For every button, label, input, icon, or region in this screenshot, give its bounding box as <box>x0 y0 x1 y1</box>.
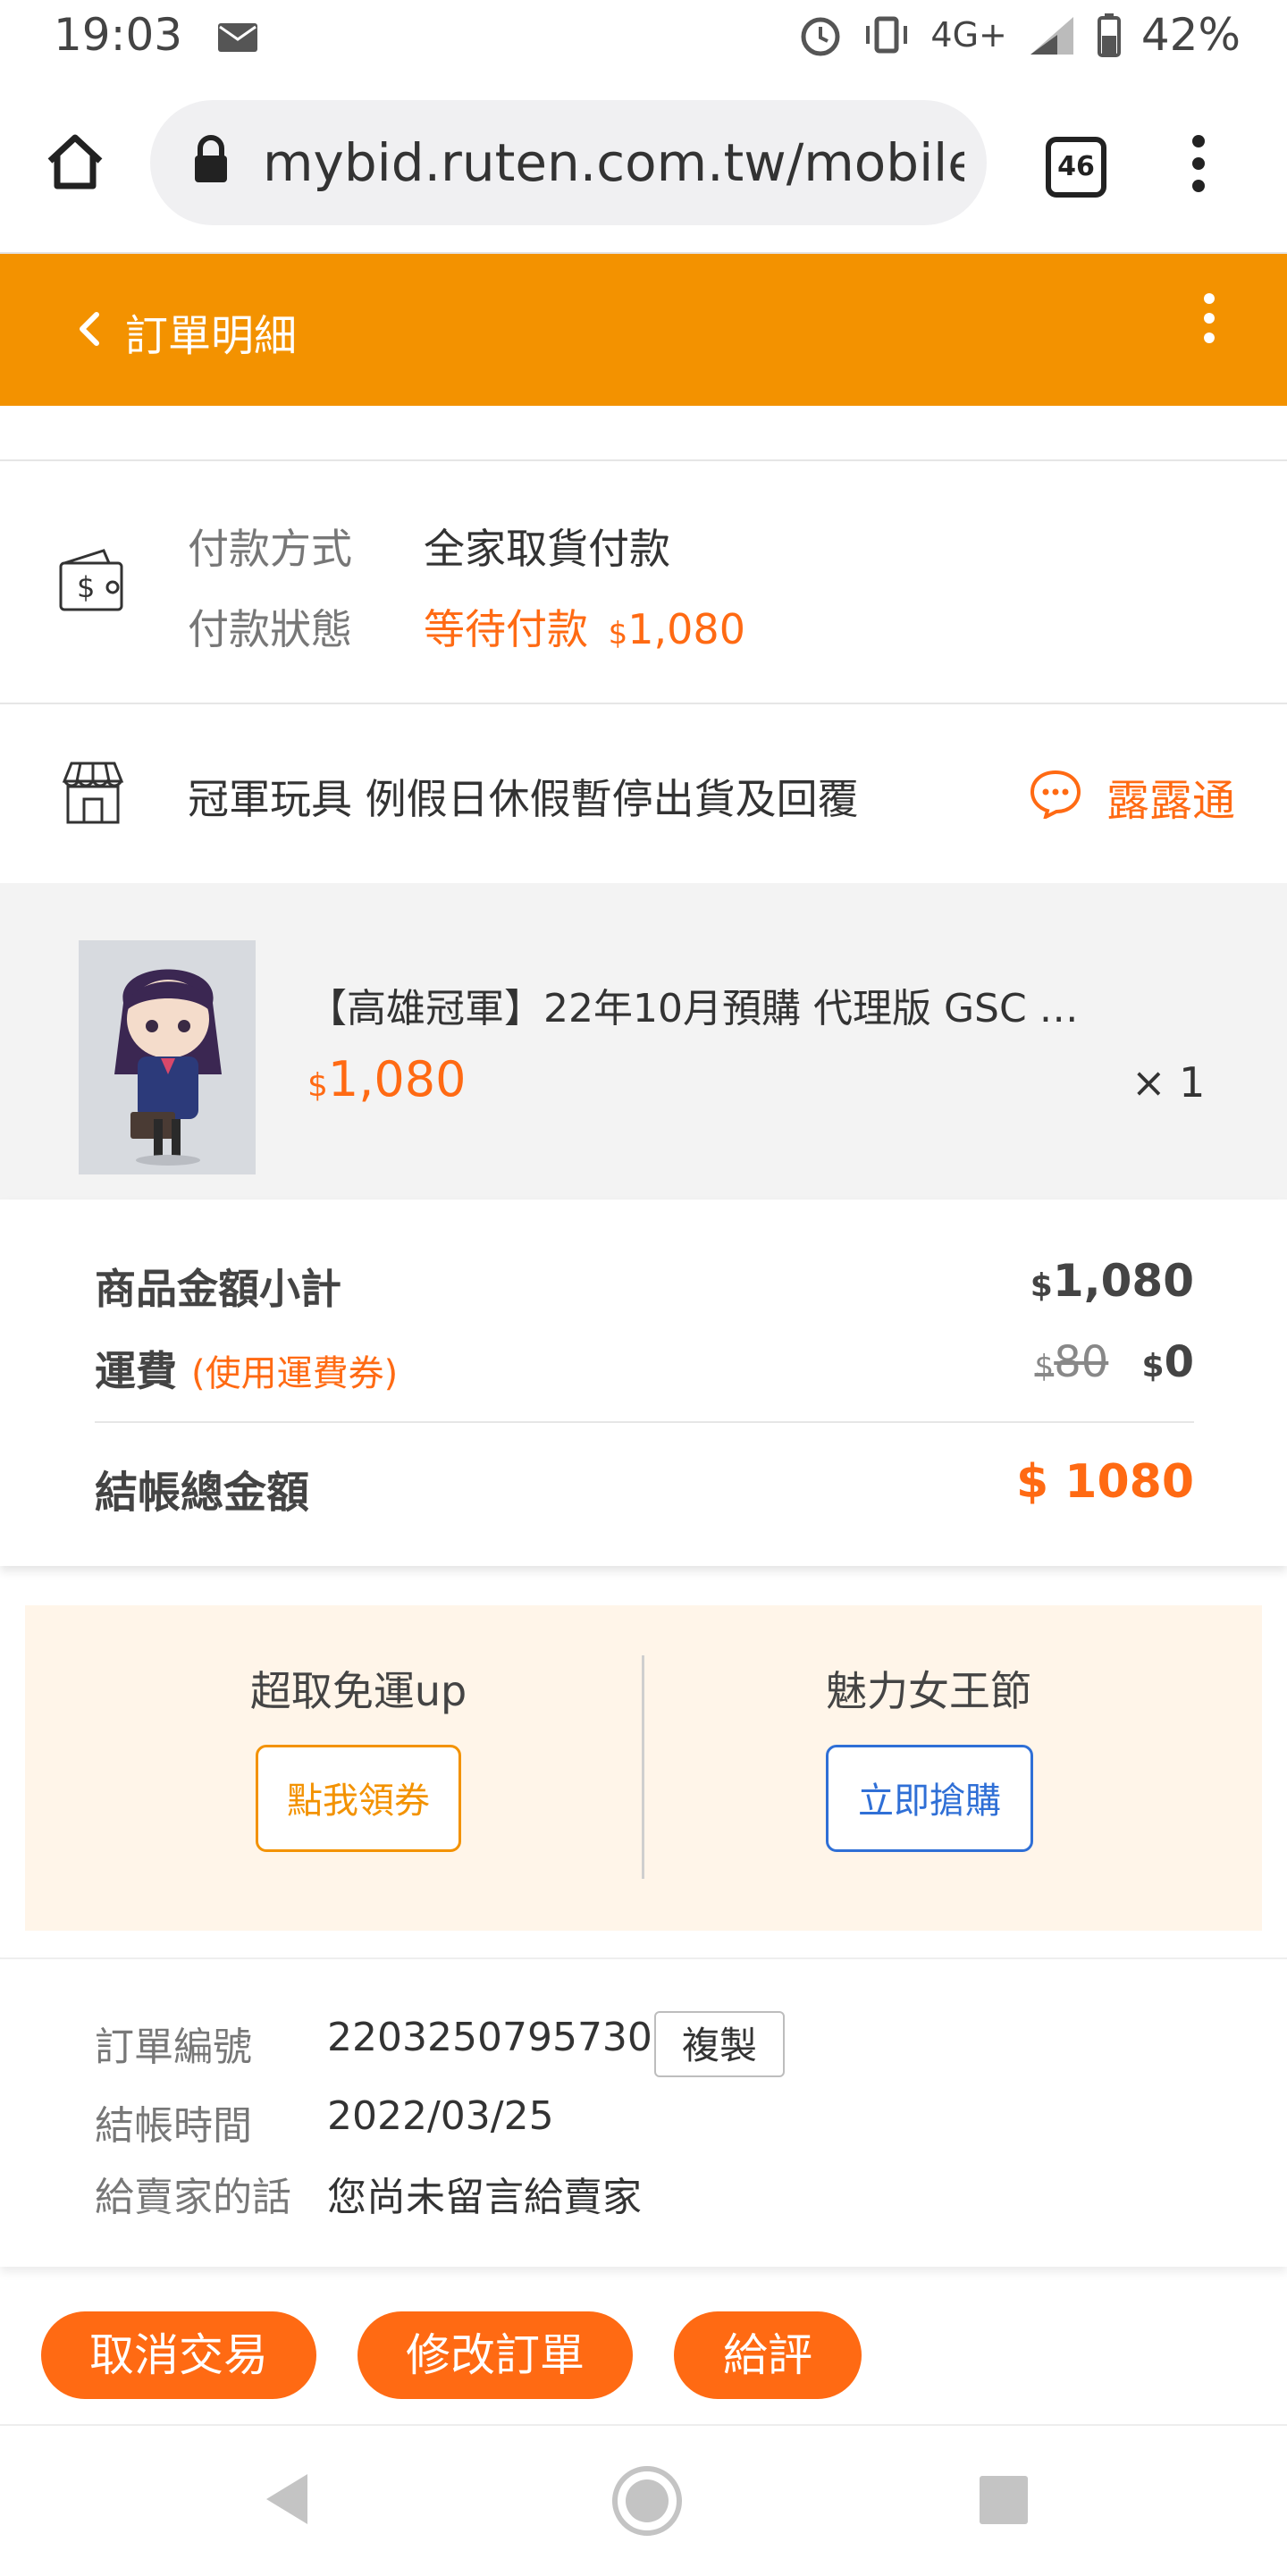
subtotal-label: 商品金額小計 <box>95 1265 341 1313</box>
nav-recents-icon[interactable] <box>978 2474 1030 2526</box>
battery-icon <box>1097 13 1121 57</box>
checkout-time: 2022/03/25 <box>327 2093 554 2139</box>
vibrate-icon <box>866 16 908 54</box>
url-text[interactable]: mybid.ruten.com.tw/mobile <box>263 127 964 198</box>
nav-home-icon[interactable] <box>610 2463 685 2538</box>
svg-text:$: $ <box>77 570 95 604</box>
status-time: 19:03 <box>54 9 183 61</box>
more-vert-icon[interactable] <box>1185 132 1212 195</box>
home-icon[interactable] <box>45 132 105 191</box>
order-number: 22032507957305 <box>327 2015 677 2060</box>
promo-title-2: 魅力女王節 <box>826 1667 1031 1715</box>
seller-message: 您尚未留言給賣家 <box>327 2175 642 2220</box>
shipping-label: 運費 <box>95 1347 177 1395</box>
mail-icon <box>218 23 257 52</box>
nav-back-icon[interactable] <box>261 2471 315 2528</box>
payment-currency: $ <box>608 616 628 652</box>
subtotal-currency: $ <box>1030 1267 1053 1304</box>
store-name[interactable]: 冠軍玩具 例假日休假暫停出貨及回覆 <box>188 767 859 826</box>
back-arrow-icon[interactable] <box>75 309 102 349</box>
alarm-icon <box>801 17 840 56</box>
wallet-icon: $ <box>59 549 123 611</box>
subtotal-amount: 1,080 <box>1052 1255 1194 1307</box>
store-icon <box>62 762 124 824</box>
status-right-group: 4G+ 42% <box>798 9 1241 61</box>
page-title: 訂單明細 <box>125 311 298 361</box>
seller-message-label: 給賣家的話 <box>95 2175 291 2220</box>
shipping-original-price: $80 <box>1034 1337 1109 1387</box>
product-price-value: 1,080 <box>327 1051 467 1107</box>
claim-coupon-button[interactable]: 點我領券 <box>256 1745 461 1852</box>
shop-now-button[interactable]: 立即搶購 <box>826 1745 1033 1852</box>
shipping-coupon-note: (使用運費券) <box>191 1353 399 1394</box>
payment-method-label: 付款方式 <box>188 525 352 573</box>
signal-icon <box>1030 17 1073 55</box>
shipping-value: $80 $0 <box>1035 1337 1194 1387</box>
section-divider <box>0 703 1287 704</box>
product-title[interactable]: 【高雄冠軍】22年10月預購 代理版 GSC … <box>307 976 1148 1033</box>
cancel-transaction-button[interactable]: 取消交易 <box>41 2311 316 2399</box>
payment-status-value: 等待付款 $1,080 <box>424 597 745 656</box>
total-value: $ 1080 <box>1015 1455 1194 1509</box>
header-menu-icon[interactable] <box>1199 291 1219 345</box>
product-thumbnail[interactable] <box>79 940 256 1174</box>
shipping-final-price: $0 <box>1141 1337 1194 1387</box>
modify-order-button[interactable]: 修改訂單 <box>358 2311 633 2399</box>
product-quantity: × 1 <box>1131 1058 1206 1107</box>
product-price: $1,080 <box>307 1051 467 1107</box>
order-number-label: 訂單編號 <box>95 2025 252 2070</box>
copy-order-number-button[interactable]: 複製 <box>654 2011 785 2077</box>
promo-title-1: 超取免運up <box>249 1667 467 1715</box>
checkout-time-label: 結帳時間 <box>95 2103 252 2149</box>
lock-icon <box>195 135 227 182</box>
battery-level: 42% <box>1140 9 1241 61</box>
network-label: 4G+ <box>930 15 1007 55</box>
payment-status-text: 等待付款 <box>424 605 588 653</box>
product-currency: $ <box>307 1067 328 1104</box>
chat-bubble-icon[interactable] <box>1028 767 1083 819</box>
rate-button[interactable]: 給評 <box>674 2311 862 2399</box>
section-divider <box>0 459 1287 461</box>
payment-method-value: 全家取貨付款 <box>424 525 670 573</box>
payment-amount: 1,080 <box>627 605 745 653</box>
subtotal-value: $1,080 <box>1030 1255 1194 1307</box>
payment-status-label: 付款狀態 <box>188 605 352 653</box>
shipping-row-label: 運費 (使用運費券) <box>95 1339 398 1398</box>
summary-divider <box>95 1421 1194 1423</box>
tab-switcher-button[interactable]: 46 <box>1046 137 1106 198</box>
total-label: 結帳總金額 <box>95 1468 310 1518</box>
chat-seller-link[interactable]: 露露通 <box>1106 765 1235 828</box>
